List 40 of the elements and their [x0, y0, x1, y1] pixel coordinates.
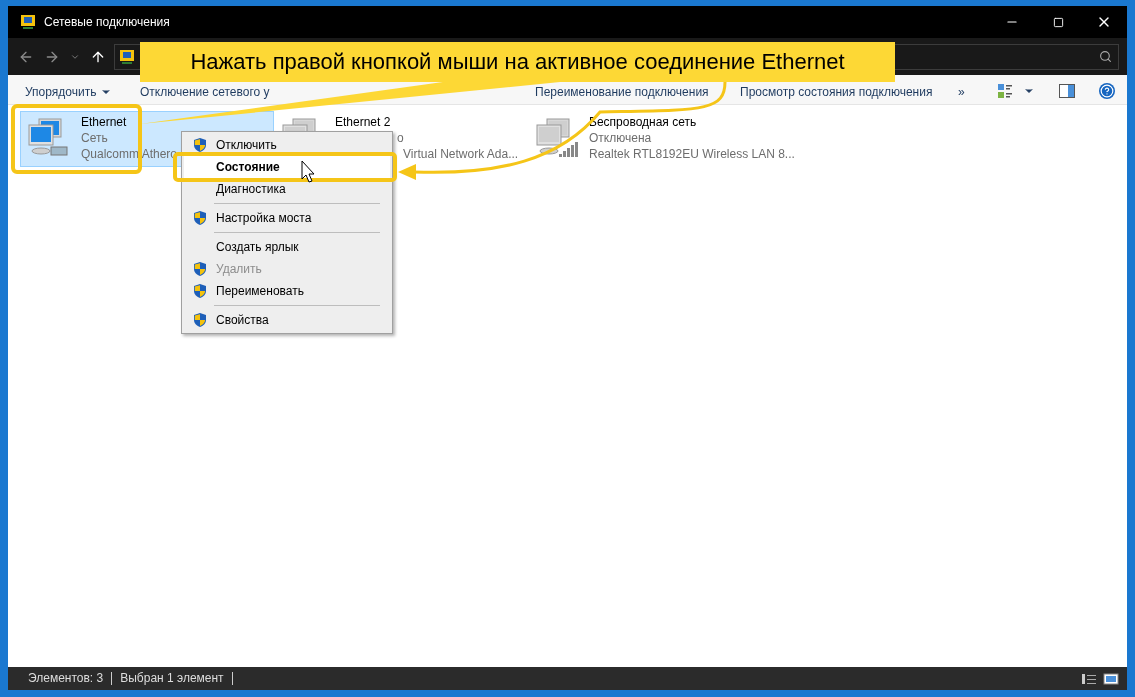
menu-item[interactable]: Настройка моста	[184, 207, 390, 229]
menu-item[interactable]: Состояние	[184, 156, 390, 178]
menu-item[interactable]: Создать ярлык	[184, 236, 390, 258]
adapter-name: Realtek RTL8192EU Wireless LAN 8...	[589, 146, 795, 162]
network-folder-icon	[119, 48, 135, 65]
more-button[interactable]: »	[958, 85, 997, 99]
network-folder-icon	[20, 14, 36, 30]
details-view-icon[interactable]	[1081, 672, 1097, 685]
shield-icon	[192, 261, 208, 277]
preview-pane-icon[interactable]	[1059, 84, 1075, 98]
shield-icon	[192, 312, 208, 328]
status-text: Элементов: 3	[20, 672, 113, 685]
command-button[interactable]: Упорядочить	[25, 85, 140, 99]
shield-icon	[192, 283, 208, 299]
help-button[interactable]	[1099, 83, 1115, 99]
search-icon	[1099, 50, 1112, 63]
connection-item[interactable]: Беспроводная сеть Отключена Realtek RTL8192EU Wireless LAN 8...	[528, 111, 828, 167]
status-text: Выбран 1 элемент	[112, 672, 233, 685]
shield-icon	[192, 137, 208, 153]
maximize-icon	[1052, 16, 1064, 28]
menu-item[interactable]: Свойства	[184, 309, 390, 331]
connection-name: Ethernet	[81, 115, 128, 130]
shield-icon	[192, 210, 208, 226]
command-button[interactable]: Просмотр состояния подключения	[740, 85, 958, 99]
mouse-cursor-icon	[301, 160, 315, 183]
command-button[interactable]: Отключение сетевого у	[140, 85, 535, 99]
connection-status: Сеть	[81, 130, 109, 146]
view-icon[interactable]	[997, 83, 1013, 99]
menu-item[interactable]: Диагностика	[184, 178, 390, 200]
large-icons-view-icon[interactable]	[1103, 672, 1119, 685]
window-title: Сетевые подключения	[44, 15, 171, 29]
menu-item[interactable]: Переименовать	[184, 280, 390, 302]
connection-name: Ethernet 2	[335, 115, 392, 130]
adapter-name: Virtual Network Ada...	[402, 146, 519, 162]
connection-status: о	[396, 130, 405, 146]
callout-tooltip: Нажать правой кнопкой мыши на активное соединение Ethernet	[140, 42, 895, 82]
connection-status: Отключена	[589, 130, 653, 146]
command-button[interactable]: Переименование подключения	[535, 85, 740, 99]
help-icon	[1100, 84, 1114, 98]
connection-name: Беспроводная сеть	[589, 115, 698, 130]
